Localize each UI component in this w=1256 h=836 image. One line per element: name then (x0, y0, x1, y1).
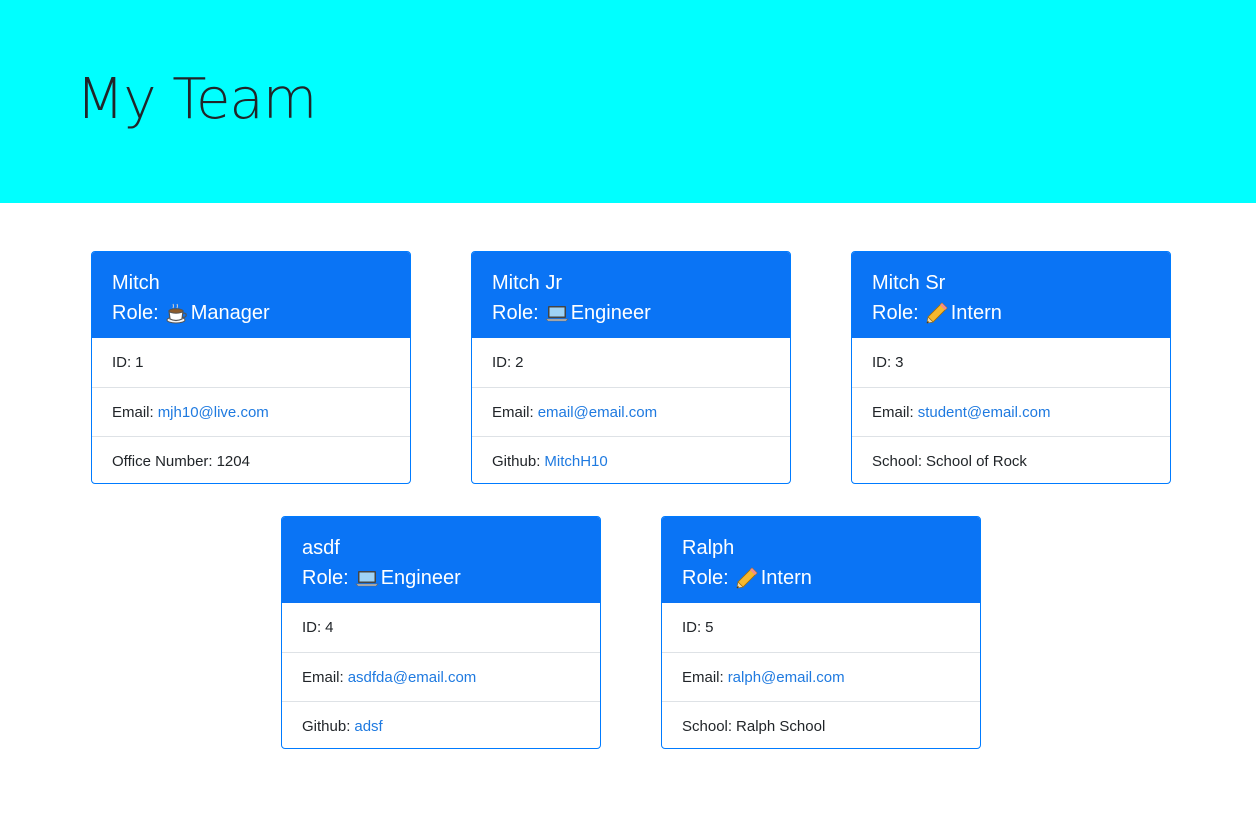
school-value: Ralph School (736, 717, 826, 735)
role-name: Engineer (380, 567, 461, 589)
employee-name: Mitch Jr (492, 272, 562, 294)
employee-card: Mitch Role: Manager ID: 1 Email: mjh10@l… (91, 251, 411, 484)
role-label: Role: (872, 302, 919, 324)
email-link[interactable]: mjh10@live.com (158, 404, 269, 421)
email-link[interactable]: asdfda@email.com (348, 669, 477, 686)
id-label: ID: (492, 354, 512, 371)
role-label: Role: (302, 567, 349, 589)
email-link[interactable]: ralph@email.com (728, 669, 845, 686)
id-value: 1 (135, 354, 144, 371)
employee-name: Ralph (682, 537, 735, 559)
school-label: School: (682, 717, 733, 735)
card-details: ID: 2 Email: email@email.com Github: Mit… (472, 338, 790, 483)
employee-card: Mitch Sr Role: Intern ID: 3 Email: stude… (851, 251, 1171, 484)
id-label: ID: (682, 619, 702, 636)
card-header: asdf Role: Engineer (282, 517, 600, 603)
id-value: 5 (705, 619, 714, 636)
role-label: Role: (682, 567, 729, 589)
school-value: School of Rock (926, 452, 1027, 470)
employee-role: Role: Engineer (302, 563, 580, 593)
list-item-id: ID: 5 (662, 603, 980, 652)
employee-role: Role: Engineer (492, 298, 770, 328)
laptop-icon (354, 566, 379, 590)
github-label: Github: (302, 717, 351, 735)
list-item-email: Email: mjh10@live.com (92, 387, 410, 436)
id-label: ID: (872, 354, 892, 371)
id-value: 3 (895, 354, 904, 371)
card-header: Mitch Jr Role: Engineer (472, 252, 790, 338)
email-link[interactable]: student@email.com (918, 404, 1051, 421)
employee-card: Ralph Role: Intern ID: 5 Email: ralph@em… (661, 516, 981, 749)
email-label: Email: (112, 403, 154, 421)
role-name: Engineer (570, 302, 651, 324)
school-label: School: (872, 452, 923, 470)
list-item-github: Github: adsf (282, 701, 600, 748)
github-link[interactable]: MitchH10 (544, 453, 607, 470)
pencil-icon (925, 301, 949, 325)
list-item-email: Email: student@email.com (852, 387, 1170, 436)
laptop-icon (544, 301, 569, 325)
card-header: Mitch Sr Role: Intern (852, 252, 1170, 338)
list-item-github: Github: MitchH10 (472, 436, 790, 483)
id-label: ID: (112, 354, 132, 371)
id-value: 2 (515, 354, 524, 371)
list-item-id: ID: 2 (472, 338, 790, 387)
email-label: Email: (492, 403, 534, 421)
employee-card: Mitch Jr Role: Engineer ID: 2 Email: ema… (471, 251, 791, 484)
page-title: My Team (76, 67, 317, 132)
list-item-id: ID: 3 (852, 338, 1170, 387)
card-details: ID: 3 Email: student@email.com School: S… (852, 338, 1170, 483)
pencil-icon (735, 566, 759, 590)
list-item-id: ID: 1 (92, 338, 410, 387)
role-label: Role: (112, 302, 159, 324)
card-header: Mitch Role: Manager (92, 252, 410, 338)
role-name: Manager (190, 302, 270, 324)
employee-card: asdf Role: Engineer ID: 4 Email: asdfda@… (281, 516, 601, 749)
list-item-office: Office Number: 1204 (92, 436, 410, 483)
role-name: Intern (760, 567, 812, 589)
list-item-email: Email: ralph@email.com (662, 652, 980, 701)
email-label: Email: (872, 403, 914, 421)
list-item-school: School: School of Rock (852, 436, 1170, 483)
github-label: Github: (492, 452, 541, 470)
list-item-id: ID: 4 (282, 603, 600, 652)
employee-name: asdf (302, 537, 340, 559)
list-item-email: Email: asdfda@email.com (282, 652, 600, 701)
card-details: ID: 1 Email: mjh10@live.com Office Numbe… (92, 338, 410, 483)
office-value: 1204 (216, 452, 250, 470)
employee-name: Mitch Sr (872, 272, 946, 294)
email-label: Email: (302, 668, 344, 686)
list-item-email: Email: email@email.com (472, 387, 790, 436)
id-value: 4 (325, 619, 334, 636)
github-link[interactable]: adsf (354, 718, 382, 735)
card-details: ID: 5 Email: ralph@email.com School: Ral… (662, 603, 980, 748)
email-link[interactable]: email@email.com (538, 404, 657, 421)
employee-role: Role: Manager (112, 298, 390, 328)
employee-name: Mitch (112, 272, 160, 294)
list-item-school: School: Ralph School (662, 701, 980, 748)
employee-role: Role: Intern (682, 563, 960, 593)
coffee-icon (165, 301, 189, 325)
employee-role: Role: Intern (872, 298, 1150, 328)
office-label: Office Number: (112, 452, 213, 470)
page-header: My Team (0, 0, 1256, 203)
role-name: Intern (950, 302, 1002, 324)
id-label: ID: (302, 619, 322, 636)
email-label: Email: (682, 668, 724, 686)
card-details: ID: 4 Email: asdfda@email.com Github: ad… (282, 603, 600, 748)
card-header: Ralph Role: Intern (662, 517, 980, 603)
role-label: Role: (492, 302, 539, 324)
